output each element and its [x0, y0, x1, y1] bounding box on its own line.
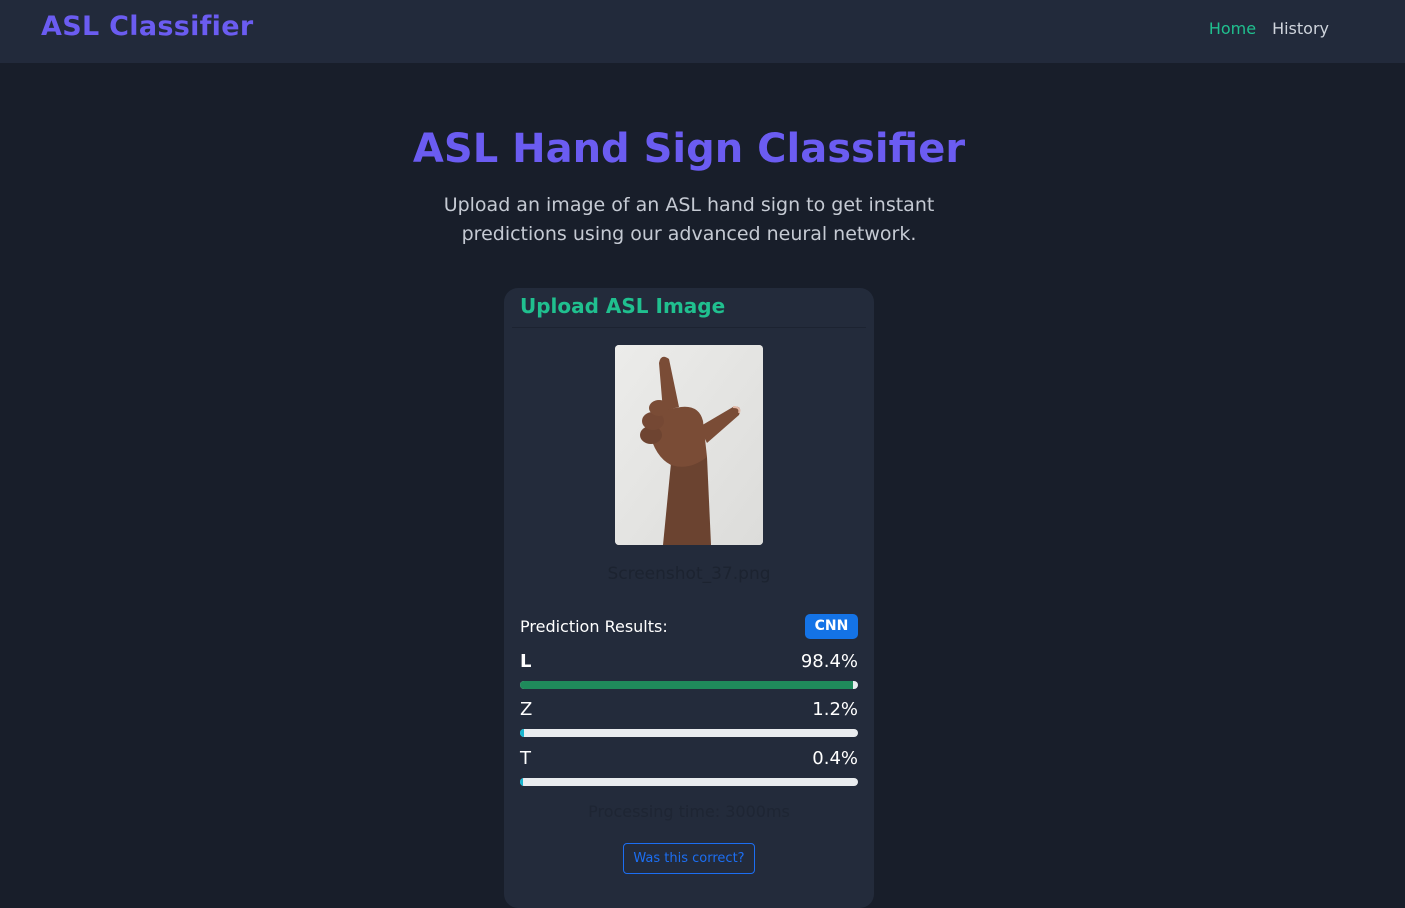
confidence-bar: [520, 681, 858, 689]
confidence-bar-fill: [520, 681, 853, 689]
upload-card: Upload ASL Image Screenshot_37.png Predi…: [504, 288, 874, 908]
page-title: ASL Hand Sign Classifier: [412, 126, 966, 172]
confidence-bar-fill: [520, 778, 524, 786]
uploaded-image-preview: [615, 345, 763, 545]
prediction-row: Z 1.2%: [520, 699, 858, 739]
page-subtitle: Upload an image of an ASL hand sign to g…: [443, 194, 935, 245]
prediction-letter: Z: [520, 699, 533, 720]
nav-links: Home History: [1209, 19, 1329, 38]
prediction-percent: 1.2%: [812, 699, 858, 720]
prediction-row: T 0.4%: [520, 748, 858, 788]
confidence-bar-fill: [520, 729, 525, 737]
card-title: Upload ASL Image: [520, 294, 726, 318]
prediction-letter: L: [520, 651, 532, 672]
navbar: ASL Classifier Home History: [0, 0, 1405, 63]
nav-link-home[interactable]: Home: [1209, 19, 1256, 38]
card-header: Upload ASL Image: [512, 288, 866, 328]
brand-logo[interactable]: ASL Classifier: [41, 11, 253, 42]
uploaded-filename: Screenshot_37.png: [607, 564, 771, 584]
prediction-row: L 98.4%: [520, 651, 858, 691]
prediction-percent: 0.4%: [812, 748, 858, 769]
confidence-bar: [520, 778, 858, 786]
model-badge: CNN: [805, 614, 858, 639]
results-label: Prediction Results:: [520, 617, 668, 636]
hand-sign-image: [615, 345, 763, 545]
confidence-bar: [520, 729, 858, 737]
prediction-percent: 98.4%: [800, 651, 858, 672]
feedback-button[interactable]: Was this correct?: [623, 843, 755, 874]
processing-time: Processing time: 3000ms: [588, 802, 790, 821]
prediction-letter: T: [520, 748, 531, 769]
nav-link-history[interactable]: History: [1272, 19, 1329, 38]
